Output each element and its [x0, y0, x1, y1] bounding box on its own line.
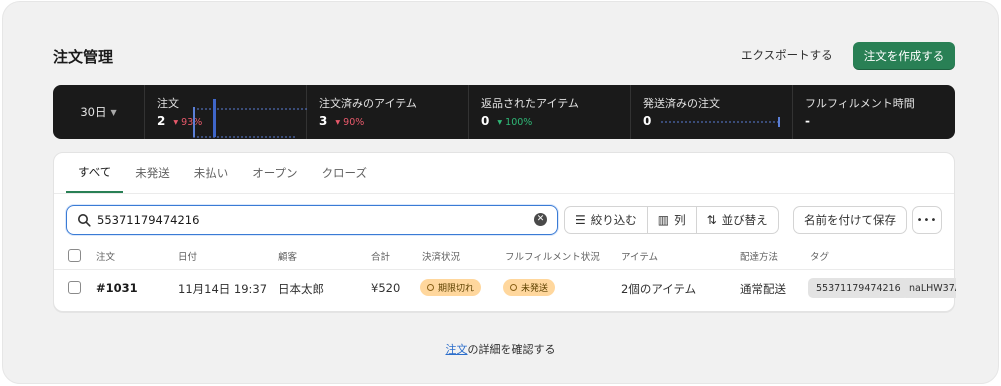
- more-actions-button[interactable]: •••: [912, 206, 942, 234]
- tab-unpaid[interactable]: 未払い: [182, 153, 241, 193]
- payment-status: 期限切れ: [438, 284, 475, 294]
- order-items: 2個のアイテム: [621, 282, 697, 296]
- header-fulfillment: フルフィルメント状況: [505, 252, 600, 263]
- order-number[interactable]: #1031: [96, 281, 138, 295]
- table-row[interactable]: #1031 11月14日 19:37 日本太郎 ¥520 期限切れ 未発送 2個…: [54, 269, 956, 305]
- columns-button[interactable]: ▥ 列: [648, 207, 697, 233]
- metric-value: 3: [319, 114, 328, 128]
- columns-icon: ▥: [657, 213, 670, 227]
- create-order-button[interactable]: 注文を作成する: [853, 42, 955, 70]
- period-selector[interactable]: 30日 ▼: [53, 85, 145, 139]
- sort-label: 並び替え: [721, 213, 768, 227]
- table-tools: ☰ 絞り込む ▥ 列 ⇅ 並び替え: [564, 206, 779, 234]
- order-delivery: 通常配送: [740, 282, 786, 296]
- header-delivery: 配達方法: [740, 252, 779, 263]
- metric-change-value: 90%: [343, 117, 365, 128]
- search-box[interactable]: ✕: [66, 205, 558, 235]
- tab-divider: [54, 193, 954, 194]
- header-order: 注文: [96, 252, 116, 263]
- shipped-sparkline: [661, 117, 781, 127]
- header-date: 日付: [178, 252, 198, 263]
- order-tag: naLHW37A: [901, 278, 956, 298]
- page-title: 注文管理: [53, 48, 114, 66]
- metric-label: フルフィルメント時間: [805, 97, 915, 110]
- row-checkbox[interactable]: [68, 281, 81, 294]
- app-frame: 注文管理 エクスポートする 注文を作成する 30日 ▼ 注文 2 ▾ 93% 注…: [2, 1, 999, 384]
- orders-card: すべて 未発送 未払い オープン クローズ ✕ ☰ 絞り込む ▥ 列: [53, 152, 956, 312]
- order-tag: 55371179474216: [808, 278, 909, 298]
- order-total: ¥520: [371, 281, 401, 295]
- order-customer: 日本太郎: [278, 282, 324, 296]
- orders-sparkline: [193, 99, 307, 138]
- orders-help-link[interactable]: 注文: [446, 343, 468, 356]
- footer-help-text: の詳細を確認する: [467, 343, 556, 356]
- tab-all[interactable]: すべて: [66, 153, 124, 193]
- columns-label: 列: [674, 213, 686, 227]
- metric-change: ▾ 100%: [497, 117, 533, 128]
- header-tags: タグ: [810, 252, 830, 263]
- metric-items-ordered[interactable]: 注文済みのアイテム 3 ▾ 90%: [307, 85, 469, 139]
- order-date: 11月14日 19:37: [178, 282, 268, 296]
- metric-change: ▾ 90%: [335, 117, 365, 128]
- metric-returned-items[interactable]: 返品されたアイテム 0 ▾ 100%: [469, 85, 631, 139]
- metric-shipped-orders[interactable]: 発送済みの注文 0: [631, 85, 793, 139]
- footer-help: 注文の詳細を確認する: [0, 341, 1001, 357]
- fulfillment-status-badge: 未発送: [503, 279, 556, 296]
- search-input[interactable]: [97, 213, 517, 227]
- payment-status-badge: 期限切れ: [420, 279, 482, 296]
- metric-value: -: [805, 114, 810, 128]
- filter-icon: ☰: [575, 213, 586, 227]
- metrics-bar: 30日 ▼ 注文 2 ▾ 93% 注文済みのアイテム 3 ▾ 90% 返品された…: [53, 85, 955, 139]
- metric-label: 注文済みのアイテム: [319, 97, 417, 110]
- metric-value: 0: [481, 114, 490, 128]
- tab-open[interactable]: オープン: [240, 153, 309, 193]
- tab-unfulfilled[interactable]: 未発送: [123, 153, 182, 193]
- filter-label: 絞り込む: [590, 213, 637, 227]
- status-dot-icon: [427, 284, 434, 291]
- metric-change-value: 100%: [505, 117, 533, 128]
- tab-closed[interactable]: クローズ: [310, 153, 379, 193]
- fulfillment-status: 未発送: [521, 284, 549, 294]
- clear-icon[interactable]: ✕: [534, 213, 547, 226]
- tab-bar: すべて 未発送 未払い オープン クローズ: [66, 153, 379, 193]
- header-total: 合計: [371, 252, 391, 263]
- metric-orders[interactable]: 注文 2 ▾ 93%: [145, 85, 307, 139]
- filter-button[interactable]: ☰ 絞り込む: [565, 207, 648, 233]
- search-icon: [78, 214, 91, 227]
- chevron-down-icon: ▼: [110, 107, 117, 117]
- export-button[interactable]: エクスポートする: [741, 47, 833, 63]
- save-view-button[interactable]: 名前を付けて保存: [793, 206, 907, 234]
- header-payment: 決済状況: [422, 252, 461, 263]
- period-label: 30日: [80, 105, 107, 119]
- header-items: アイテム: [621, 252, 659, 263]
- sort-icon: ⇅: [706, 213, 717, 227]
- header-customer: 顧客: [278, 252, 298, 263]
- status-dot-icon: [510, 284, 517, 291]
- metric-label: 返品されたアイテム: [481, 97, 579, 110]
- select-all-checkbox[interactable]: [68, 249, 81, 262]
- table-header: 注文 日付 顧客 合計 決済状況 フルフィルメント状況 アイテム 配達方法 タグ: [54, 243, 954, 269]
- metric-fulfillment-time[interactable]: フルフィルメント時間 -: [793, 85, 955, 139]
- sort-button[interactable]: ⇅ 並び替え: [697, 207, 778, 233]
